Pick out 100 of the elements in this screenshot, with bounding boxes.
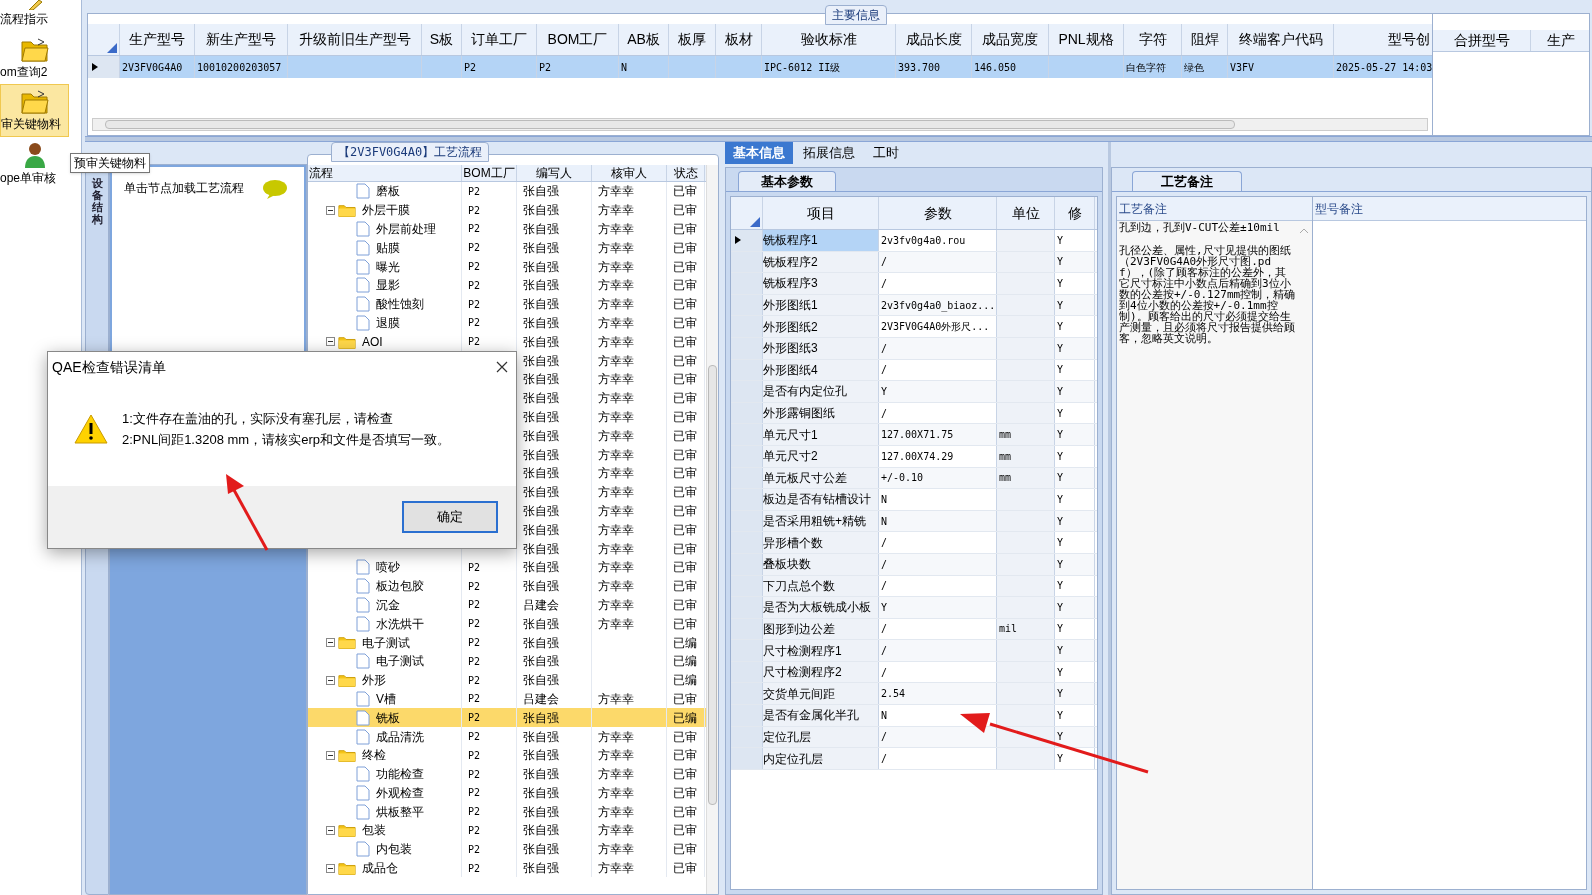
table-cell-text: 方幸幸 xyxy=(598,559,634,577)
tree-label: 铣板 xyxy=(376,709,400,727)
error-message: 2:PNL间距1.3208 mm，请核实erp和文件是否填写一致。 xyxy=(122,431,450,449)
table-cell-text: 张自强 xyxy=(523,540,559,558)
table-cell-text: 已审 xyxy=(673,559,697,577)
table-cell-text: 已审 xyxy=(673,352,697,370)
table-cell-text: 张自强 xyxy=(523,239,559,257)
table-cell-text: 方幸幸 xyxy=(598,239,634,257)
table-cell-text: 已审 xyxy=(673,408,697,426)
table-cell-text: 张自强 xyxy=(523,296,559,314)
table-cell-text: 127.00X74.29 xyxy=(881,449,954,464)
table-cell-text: P2 xyxy=(464,60,477,75)
table-cell-text: Y xyxy=(881,384,888,399)
table-cell-text: 方幸幸 xyxy=(598,784,634,802)
table-cell-text: 方幸幸 xyxy=(598,747,634,765)
table-cell-text: 已审 xyxy=(673,540,697,558)
table-cell-text: P2 xyxy=(468,842,481,857)
table-cell-text: 张自强 xyxy=(523,766,559,784)
table-cell-text: 张自强 xyxy=(523,258,559,276)
table-cell-text: 2.54 xyxy=(881,687,906,702)
table-cell-text: 是否为大板铣成小板 xyxy=(763,599,871,617)
table-cell-text: 外形图纸4 xyxy=(763,361,818,379)
table-cell-text: P2 xyxy=(468,692,481,707)
table-cell-text: 张自强 xyxy=(523,183,559,201)
table-cell-text: 方幸幸 xyxy=(598,277,634,295)
table-cell-text: P2 xyxy=(468,748,481,763)
table-cell-text: Y xyxy=(1057,449,1064,464)
table-cell-text: Y xyxy=(1057,471,1064,486)
table-cell-text: 方幸幸 xyxy=(598,766,634,784)
table-cell-text: 已审 xyxy=(673,183,697,201)
table-cell-text: 方幸幸 xyxy=(598,202,634,220)
table-cell-text: 方幸幸 xyxy=(598,296,634,314)
table-cell-text: 已审 xyxy=(673,258,697,276)
dialog-title: QAE检查错误清单 xyxy=(52,357,166,377)
table-cell-text: 已编 xyxy=(673,709,697,727)
tree-label: 板边包胶 xyxy=(376,578,424,596)
table-cell-text: Y xyxy=(1057,752,1064,767)
table-cell-text: 张自强 xyxy=(523,484,559,502)
table-cell-text: 是否有内定位孔 xyxy=(763,383,847,401)
table-cell-text: 方幸幸 xyxy=(598,578,634,596)
tooltip: 预审关键物料 xyxy=(70,153,150,173)
table-cell-text: 已审 xyxy=(673,747,697,765)
table-cell-text: 2v3fv0g4a0_biaoz... xyxy=(881,298,996,313)
tree-label: 内包装 xyxy=(376,841,412,859)
table-cell-text: Y xyxy=(1057,341,1064,356)
table-cell-text: 已审 xyxy=(673,615,697,633)
table-cell-text: 方幸幸 xyxy=(598,690,634,708)
tree-label: 退膜 xyxy=(376,314,400,332)
table-cell-text: / xyxy=(881,730,888,745)
table-cell-text: P2 xyxy=(468,617,481,632)
table-cell-text: / xyxy=(881,665,888,680)
table-cell-text: P2 xyxy=(468,654,481,669)
table-cell-text: 单元尺寸2 xyxy=(763,448,818,466)
table-cell-text: mm xyxy=(999,428,1012,443)
table-cell-text: 方幸幸 xyxy=(598,371,634,389)
table-cell-text: P2 xyxy=(468,297,481,312)
table-cell-text: Y xyxy=(1057,687,1064,702)
table-cell-text: Y xyxy=(1057,579,1064,594)
table-cell-text: P2 xyxy=(468,560,481,575)
table-cell-text: 张自强 xyxy=(523,709,559,727)
table-cell-text: 张自强 xyxy=(523,502,559,520)
tree-label: 喷砂 xyxy=(376,559,400,577)
table-cell-text: 张自强 xyxy=(523,408,559,426)
table-cell-text: / xyxy=(881,363,888,378)
table-cell-text: 尺寸检测程序2 xyxy=(763,664,842,682)
table-cell-text: / xyxy=(881,622,888,637)
hint-text: 单击节点加载工艺流程 xyxy=(124,180,244,197)
table-cell-text: 方幸幸 xyxy=(598,803,634,821)
table-cell-text: 已审 xyxy=(673,333,697,351)
tree-label: 外层干膜 xyxy=(362,202,410,220)
table-cell-text: 已审 xyxy=(673,371,697,389)
table-cell-text: Y xyxy=(1057,557,1064,572)
table-cell-text: 已编 xyxy=(673,653,697,671)
table-cell-text: / xyxy=(881,752,888,767)
tree-label: 成品仓 xyxy=(362,860,398,878)
table-cell-text: Y xyxy=(1057,665,1064,680)
table-cell-text: 张自强 xyxy=(523,822,559,840)
table-cell-text: P2 xyxy=(468,636,481,650)
tree-label: 电子测试 xyxy=(376,653,424,671)
table-cell-text: 张自强 xyxy=(523,803,559,821)
tree-label: 包装 xyxy=(362,822,386,840)
table-cell-text: 已审 xyxy=(673,860,697,878)
table-cell-text: 127.00X71.75 xyxy=(881,428,954,443)
table-cell-text: P2 xyxy=(468,335,481,350)
table-cell-text: 张自强 xyxy=(523,634,559,652)
table-cell-text: 张自强 xyxy=(523,841,559,859)
tree-label: 成品清洗 xyxy=(376,728,424,746)
table-cell-text: 铣板程序2 xyxy=(763,253,818,271)
table-cell-text: / xyxy=(881,557,888,572)
tree-label: V槽 xyxy=(376,690,396,708)
tree-label: 外层前处理 xyxy=(376,221,436,238)
table-cell-text: V3FV xyxy=(1230,60,1255,75)
error-message: 1:文件存在盖油的孔，实际没有塞孔层，请检查 xyxy=(122,409,394,428)
tree-label: 外形 xyxy=(362,672,386,690)
table-cell-text: N xyxy=(881,708,888,723)
table-cell-text: 方幸幸 xyxy=(598,333,634,351)
table-cell-text: Y xyxy=(1057,428,1064,443)
table-cell-text: / xyxy=(881,579,888,594)
table-cell-text: Y xyxy=(1057,622,1064,637)
table-cell-text: Y xyxy=(881,600,888,615)
